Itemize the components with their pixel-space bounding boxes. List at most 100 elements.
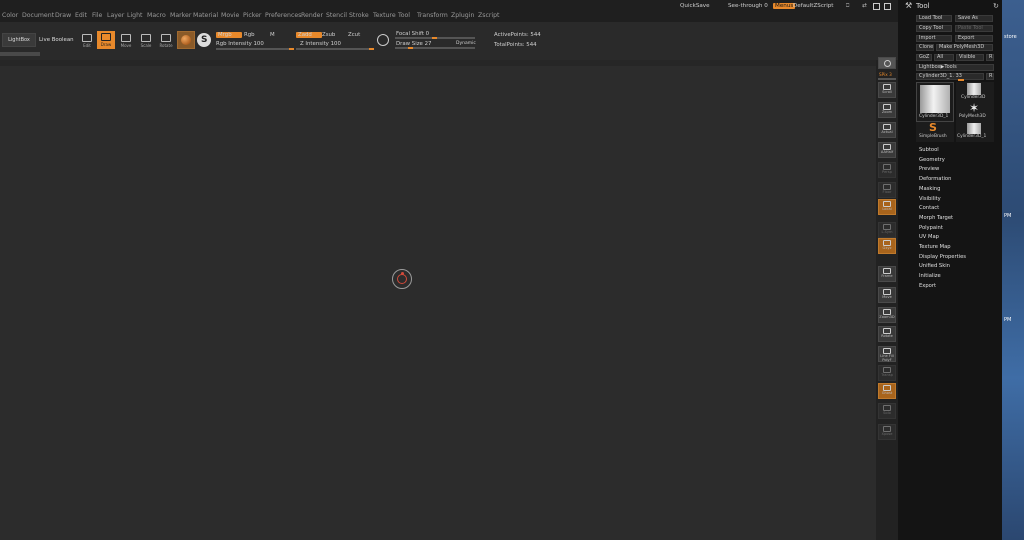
lock-icon[interactable]: ⎕ [846, 3, 849, 10]
menu-stencil[interactable]: Stencil [326, 12, 347, 19]
shelf-local[interactable]: Local [878, 199, 896, 215]
menu-material[interactable]: Material [193, 12, 218, 19]
menu-edit[interactable]: Edit [75, 12, 87, 19]
make-polymesh-button[interactable]: Make PolyMesh3D [936, 44, 993, 51]
menu-texture[interactable]: Texture [373, 12, 396, 19]
subpalette-contact[interactable]: Contact [919, 205, 939, 211]
scale-button[interactable]: Scale [137, 32, 155, 50]
lightbox-tools-button[interactable]: Lightbox▶Tools [916, 64, 994, 71]
goz-button[interactable]: GoZ [916, 54, 932, 61]
menu-transform[interactable]: Transform [417, 12, 448, 19]
menu-draw[interactable]: Draw [55, 12, 71, 19]
visible-button[interactable]: Visible [956, 54, 984, 61]
shelf-zoom[interactable]: Zoom [878, 102, 896, 118]
subpalette-polypaint[interactable]: Polypaint [919, 225, 943, 231]
shelf-line-fill-polyf[interactable]: Line Fill PolyF [878, 346, 896, 362]
subpalette-subtool[interactable]: Subtool [919, 147, 939, 153]
menu-stroke[interactable]: Stroke [349, 12, 369, 19]
spix-label[interactable]: SPix 3 [879, 72, 892, 77]
zadd-toggle[interactable]: Zadd [296, 32, 322, 38]
copy-tool-button[interactable]: Copy Tool [916, 25, 952, 32]
menu-document[interactable]: Document [22, 12, 54, 19]
menu-macro[interactable]: Macro [147, 12, 166, 19]
menu-layer[interactable]: Layer [107, 12, 124, 19]
menu-render[interactable]: Render [301, 12, 323, 19]
save-as-button[interactable]: Save As [955, 15, 993, 22]
tool-thumb-cylinder3d[interactable]: Cylinder3D [956, 82, 994, 102]
subpalette-export[interactable]: Export [919, 283, 936, 289]
subpalette-uv-map[interactable]: UV Map [919, 234, 939, 240]
bpr-button[interactable] [878, 57, 896, 69]
menu-tool[interactable]: Tool [398, 12, 410, 19]
edit-button[interactable]: Edit [78, 32, 96, 50]
zcut-toggle[interactable]: Zcut [348, 32, 360, 38]
subpalette-preview[interactable]: Preview [919, 166, 939, 172]
move-button[interactable]: Move [117, 32, 135, 50]
tool-thumb-polymesh3d[interactable]: ✶ PolyMesh3D [956, 101, 994, 122]
draw-button[interactable]: Draw [97, 31, 115, 49]
export-button[interactable]: Export [955, 35, 993, 42]
menu-zscript[interactable]: Zscript [478, 12, 499, 19]
refresh-icon[interactable]: ↻ [993, 2, 999, 10]
menu-color[interactable]: Color [2, 12, 18, 19]
subpalette-geometry[interactable]: Geometry [919, 157, 945, 163]
quicksave-button[interactable]: QuickSave [680, 3, 710, 9]
shelf-scroll[interactable]: Scroll [878, 82, 896, 98]
rgb-toggle[interactable]: Rgb [244, 32, 255, 38]
subpalette-morph-target[interactable]: Morph Target [919, 215, 953, 221]
shelf-l-sym[interactable]: L.Sym [878, 222, 896, 238]
shelf-gxyz[interactable]: Gxyz [878, 238, 896, 254]
shelf-rotate[interactable]: Rotate [878, 326, 896, 342]
dynamic-toggle[interactable]: Dynamic [456, 41, 476, 46]
subpalette-display-properties[interactable]: Display Properties [919, 254, 966, 260]
menu-preferences[interactable]: Preferences [265, 12, 301, 19]
focal-shift-slider[interactable] [395, 37, 475, 39]
shelf-ghost[interactable]: Ghost [878, 383, 896, 399]
lightbox-button[interactable]: LightBox [2, 33, 36, 47]
maximize-window-icon[interactable] [884, 3, 891, 10]
m-toggle[interactable]: M [270, 32, 275, 38]
restore-window-icon[interactable] [873, 3, 880, 10]
load-tool-button[interactable]: Load Tool [916, 15, 952, 22]
menu-file[interactable]: File [92, 12, 102, 19]
subpalette-masking[interactable]: Masking [919, 186, 940, 192]
tool-thumb-cylinder3d-1b[interactable]: Cylinder3D_1 [956, 122, 994, 142]
rgb-intensity-slider[interactable] [216, 48, 294, 50]
shelf-zoom3d[interactable]: Zoom3D [878, 307, 896, 323]
spix-slider[interactable] [878, 78, 896, 80]
shelf-actual[interactable]: Actual [878, 122, 896, 138]
menu-picker[interactable]: Picker [243, 12, 261, 19]
subpalette-unified-skin[interactable]: Unified Skin [919, 263, 950, 269]
shelf-move[interactable]: Move [878, 287, 896, 303]
shelf-solo[interactable]: Solo [878, 403, 896, 419]
menu-marker[interactable]: Marker [170, 12, 191, 19]
menu-zplugin[interactable]: Zplugin [451, 12, 474, 19]
shelf-floor[interactable]: Floor [878, 182, 896, 198]
tool-palette-title[interactable]: Tool [916, 2, 930, 10]
subpalette-visibility[interactable]: Visibility [919, 196, 941, 202]
current-tool-slider[interactable]: Cylinder3D_1. 33 [916, 73, 984, 80]
all-button[interactable]: All [934, 54, 954, 61]
default-zscript-button[interactable]: DefaultZScript [793, 3, 834, 9]
clone-button[interactable]: Clone [916, 44, 934, 51]
tool-thumb-cylinder3d-1[interactable]: Cylinder3D_1 [916, 82, 954, 122]
subpalette-deformation[interactable]: Deformation [919, 176, 951, 182]
shelf-transp[interactable]: Transp [878, 365, 896, 381]
shelf-aahalf[interactable]: AAHalf [878, 142, 896, 158]
menu-movie[interactable]: Movie [221, 12, 239, 19]
shelf-xpose[interactable]: Xpose [878, 424, 896, 440]
shelf-persp[interactable]: Persp [878, 162, 896, 178]
brush-preview-icon[interactable] [377, 34, 389, 46]
tray-scroll-strip[interactable] [0, 52, 40, 56]
tool-thumb-simplebrush[interactable]: S SimpleBrush [916, 121, 954, 142]
zsub-toggle[interactable]: Zsub [322, 32, 335, 38]
menu-light[interactable]: Light [127, 12, 142, 19]
see-through-slider[interactable]: See-through 0 [728, 3, 768, 9]
subpalette-initialize[interactable]: Initialize [919, 273, 941, 279]
shelf-frame[interactable]: Frame [878, 266, 896, 282]
rotate-button[interactable]: Rotate [157, 32, 175, 50]
mrgb-toggle[interactable]: Mrgb [216, 32, 242, 38]
texture-swatch[interactable]: S [197, 33, 211, 47]
z-intensity-slider[interactable] [296, 48, 374, 50]
menus-toggle[interactable]: Menus [773, 3, 796, 9]
